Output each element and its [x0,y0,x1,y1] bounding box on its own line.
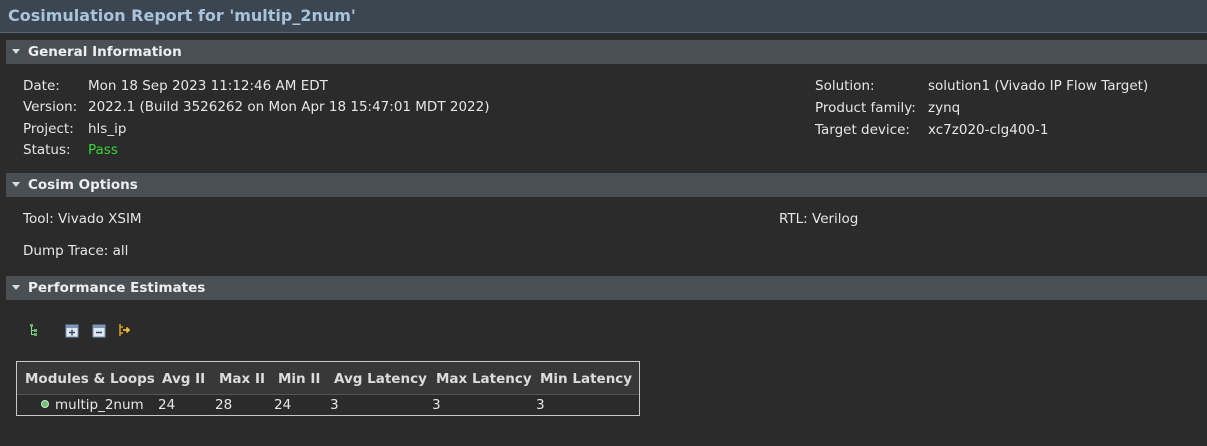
status-value: Pass [88,142,118,158]
rtl-option: RTL: Verilog [779,211,859,227]
table-cell-avg-latency: 3 [330,397,339,413]
project-label: Project: [23,121,74,137]
column-header[interactable]: Avg Latency [334,371,427,387]
status-label: Status: [23,142,71,158]
target-device-label: Target device: [815,122,910,138]
report-title: Cosimulation Report for 'multip_2num' [8,6,356,25]
table-cell-min-latency: 3 [536,397,545,413]
product-family-value: zynq [928,100,961,116]
column-header[interactable]: Modules & Loops [25,371,155,387]
product-family-label: Product family: [815,100,916,116]
section-label: Cosim Options [28,177,138,193]
collapse-all-icon[interactable] [92,324,106,338]
performance-table: Modules & Loops Avg II Max II Min II Avg… [16,361,640,416]
collapse-arrow-icon[interactable] [12,285,20,290]
table-cell-module[interactable]: multip_2num [55,397,144,413]
column-header[interactable]: Min Latency [540,371,632,387]
section-performance-estimates[interactable]: Performance Estimates [6,276,1207,300]
report-title-bar: Cosimulation Report for 'multip_2num' [0,0,1207,33]
solution-value: solution1 (Vivado IP Flow Target) [928,78,1149,94]
project-value: hls_ip [88,121,127,137]
collapse-arrow-icon[interactable] [12,49,20,54]
section-label: General Information [28,44,182,60]
solution-label: Solution: [815,78,875,94]
version-label: Version: [23,99,78,115]
date-value: Mon 18 Sep 2023 11:12:46 AM EDT [88,78,328,94]
section-label: Performance Estimates [28,280,206,296]
table-cell-min-ii: 24 [274,397,292,413]
table-header: Modules & Loops Avg II Max II Min II Avg… [17,362,639,395]
section-general-information[interactable]: General Information [6,40,1207,64]
column-header[interactable]: Max II [219,371,265,387]
expand-all-icon[interactable] [65,324,79,338]
module-status-icon [41,400,49,408]
hierarchy-icon[interactable] [27,323,41,337]
section-cosim-options[interactable]: Cosim Options [6,173,1207,197]
table-cell-avg-ii: 24 [158,397,176,413]
column-header[interactable]: Avg II [162,371,205,387]
date-label: Date: [23,78,60,94]
tool-option: Tool: Vivado XSIM [23,211,142,227]
column-header[interactable]: Min II [278,371,320,387]
version-value: 2022.1 (Build 3526262 on Mon Apr 18 15:4… [88,99,490,115]
target-device-value: xc7z020-clg400-1 [928,122,1049,138]
goto-source-icon[interactable] [118,323,132,337]
collapse-arrow-icon[interactable] [12,182,20,187]
table-cell-max-latency: 3 [432,397,441,413]
table-cell-max-ii: 28 [215,397,233,413]
column-header[interactable]: Max Latency [436,371,532,387]
dump-trace-option: Dump Trace: all [23,243,129,259]
